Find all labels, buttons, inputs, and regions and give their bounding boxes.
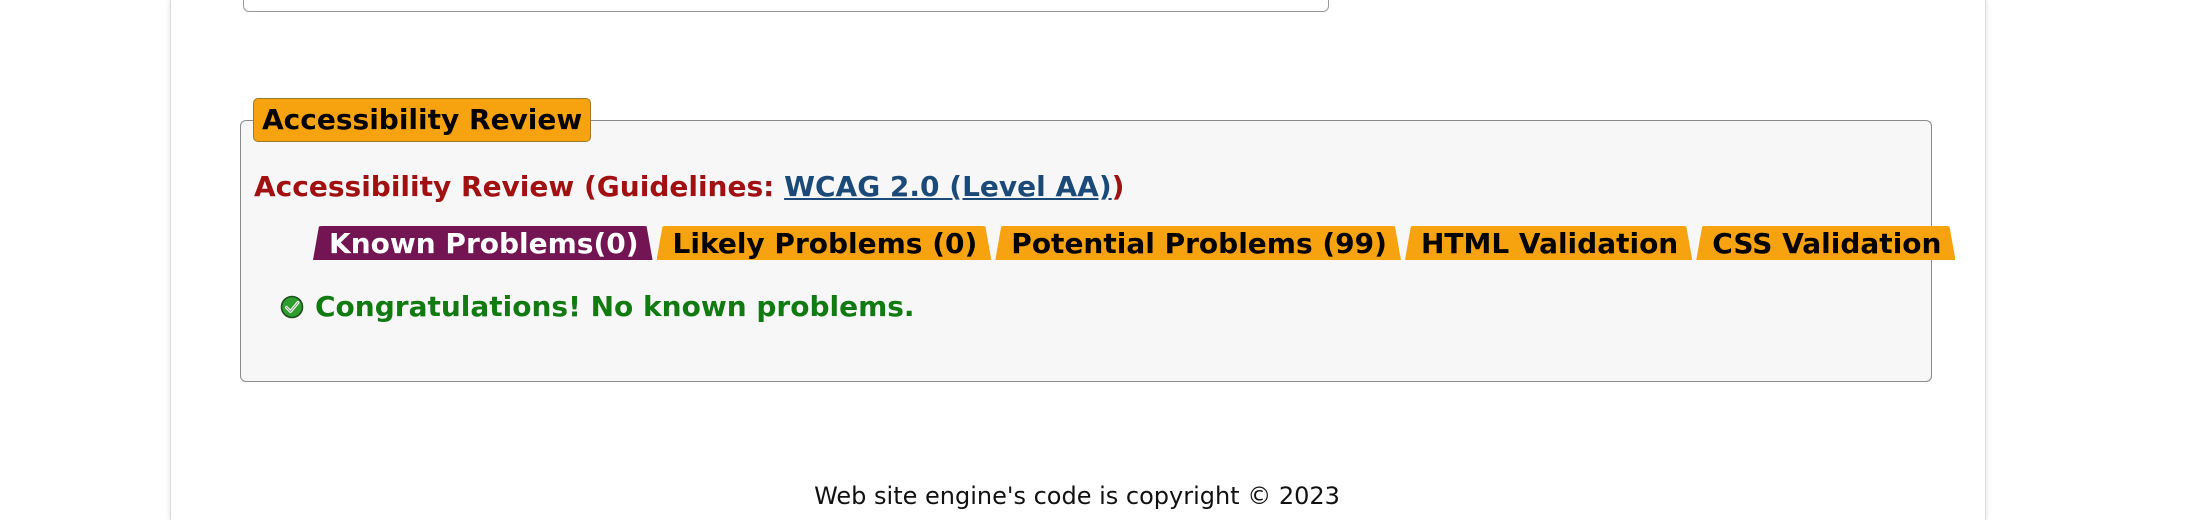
- tab-known-problems[interactable]: Known Problems(0): [313, 226, 653, 260]
- no-problems-message: Congratulations! No known problems.: [280, 290, 915, 323]
- no-problems-text: Congratulations! No known problems.: [315, 290, 915, 323]
- tab-potential-problems[interactable]: Potential Problems (99): [995, 226, 1401, 260]
- tab-css-validation[interactable]: CSS Validation: [1696, 226, 1955, 260]
- check-icon: [280, 295, 304, 319]
- tab-html-validation[interactable]: HTML Validation: [1405, 226, 1692, 260]
- wcag-guideline-link[interactable]: WCAG 2.0 (Level AA): [784, 170, 1112, 203]
- tab-likely-problems[interactable]: Likely Problems (0): [657, 226, 992, 260]
- previous-section-box: [243, 0, 1329, 12]
- accessibility-review-legend: Accessibility Review: [253, 98, 592, 142]
- guidelines-heading-suffix: ): [1111, 170, 1125, 203]
- copyright-footer: Web site engine's code is copyright © 20…: [814, 482, 1340, 510]
- guidelines-heading: Accessibility Review (Guidelines: WCAG 2…: [254, 170, 1124, 203]
- guidelines-heading-prefix: Accessibility Review (Guidelines:: [254, 170, 785, 203]
- review-tabs: Known Problems(0) Likely Problems (0) Po…: [313, 226, 1959, 260]
